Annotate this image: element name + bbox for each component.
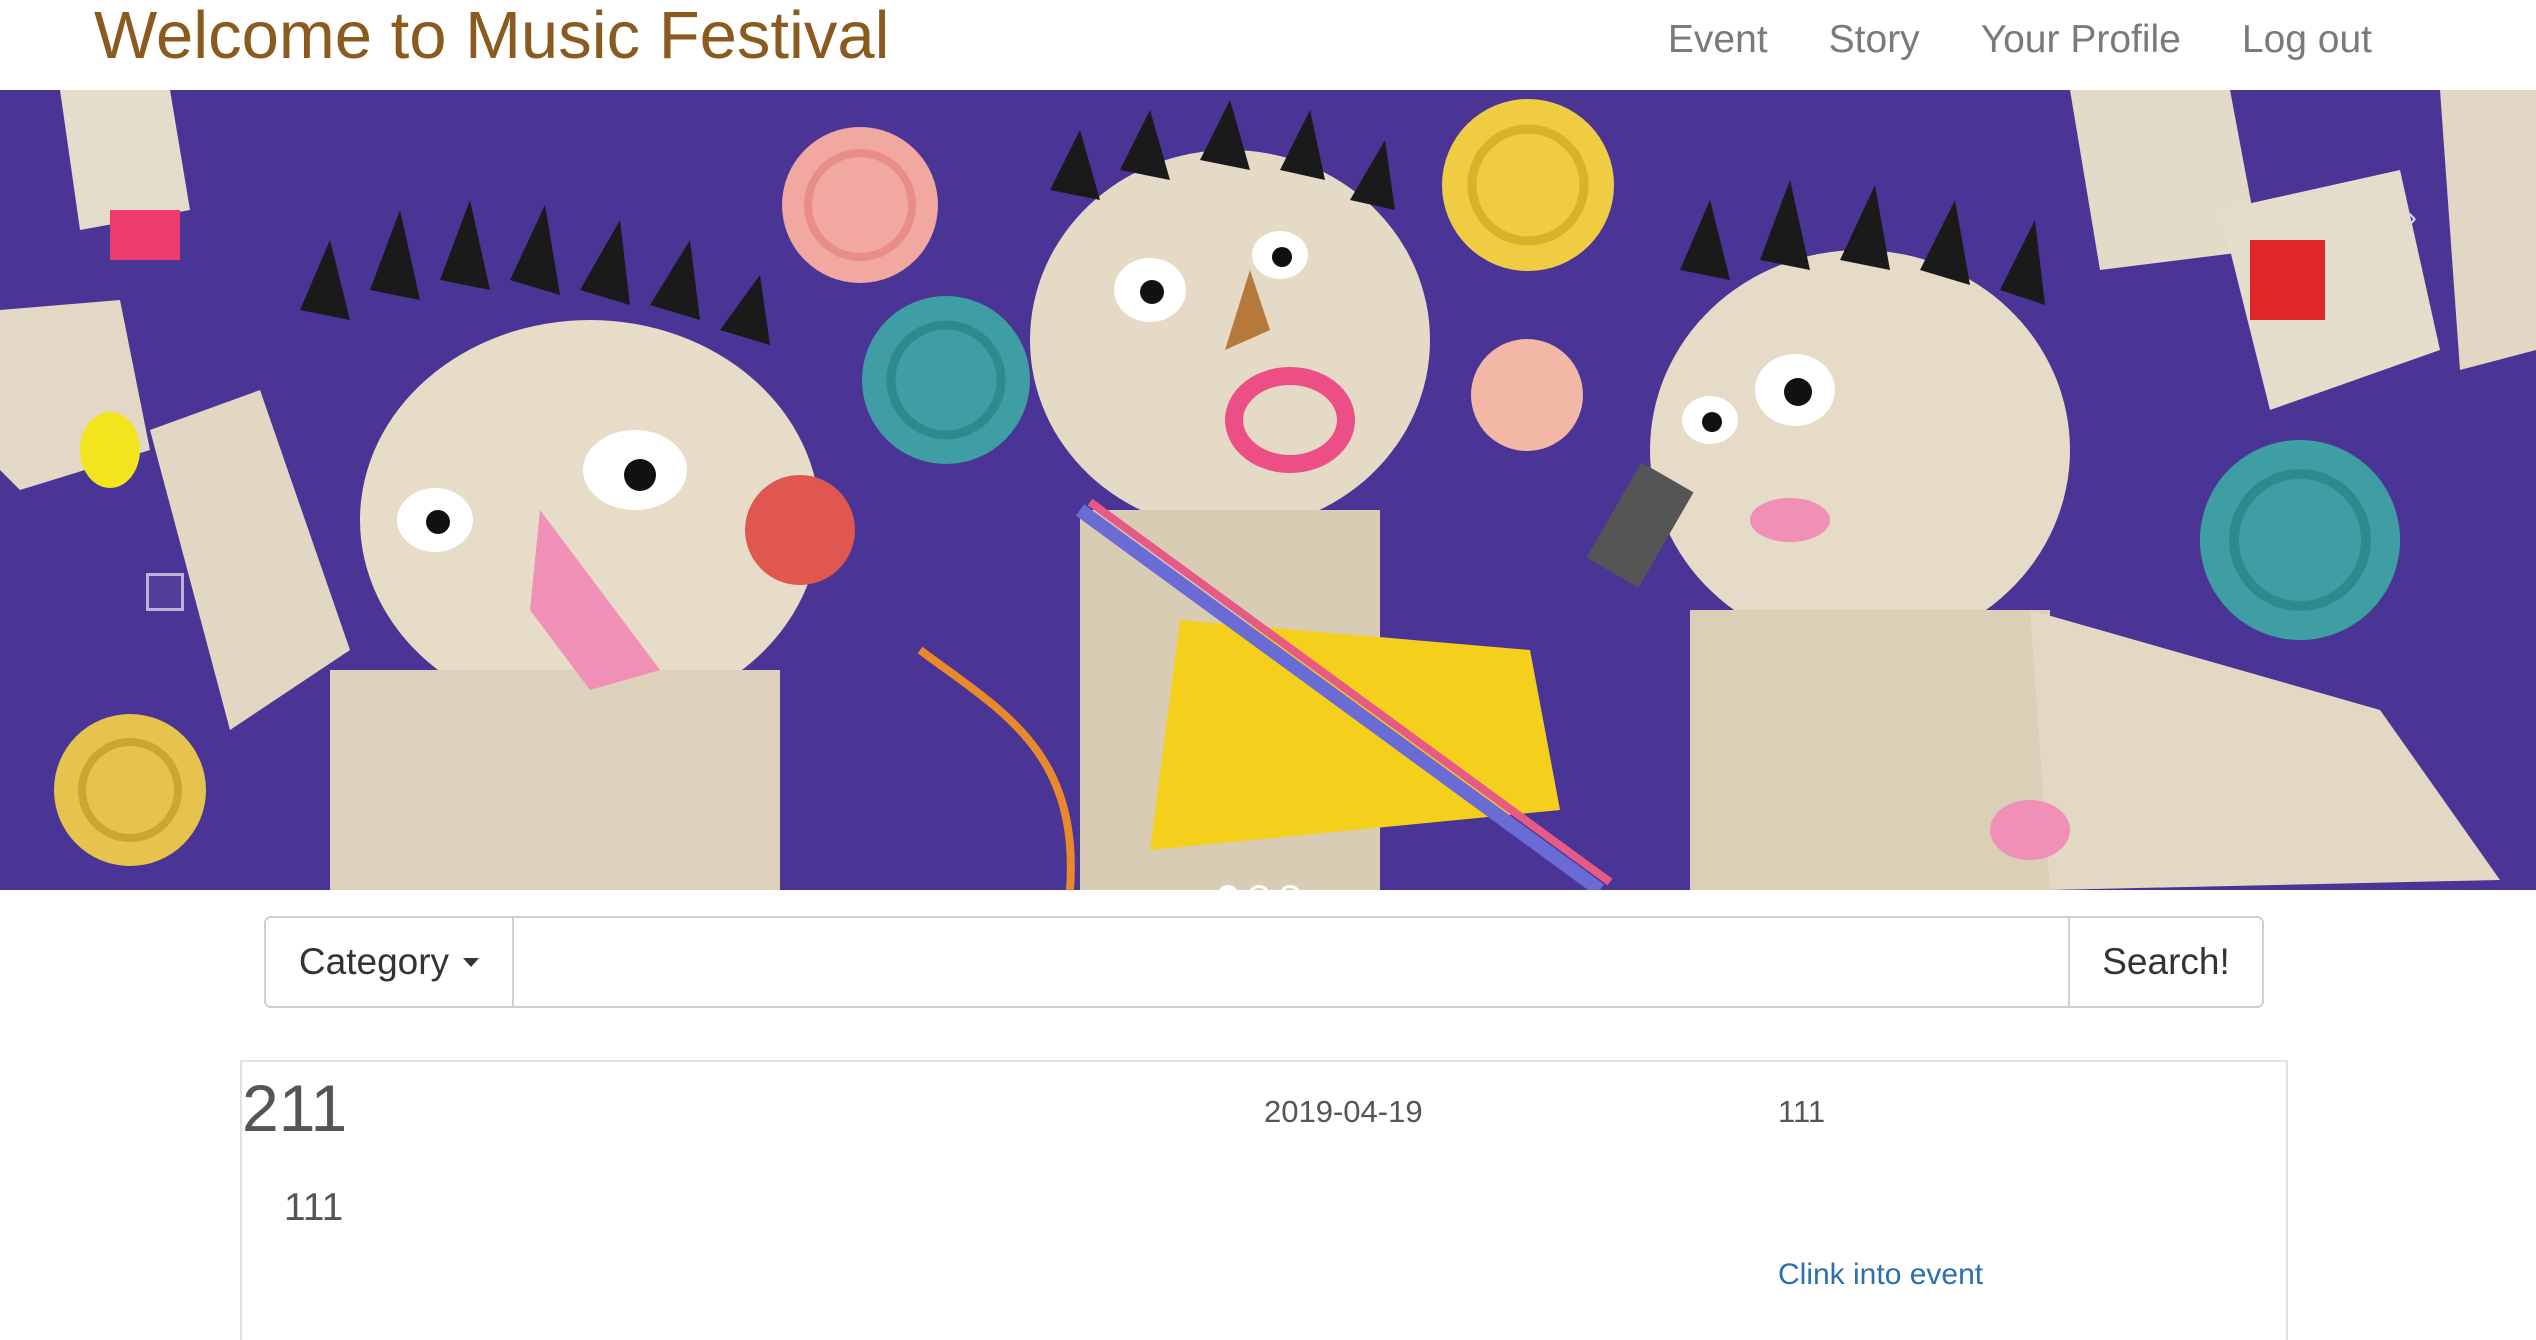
navbar: Welcome to Music Festival Event Story Yo… [0, 0, 2536, 90]
category-label: Category [298, 941, 450, 982]
carousel-indicator-1[interactable] [1217, 885, 1239, 890]
paper-collage-band-image [0, 90, 2536, 890]
event-card: 211 111 2019-04-19 111 Clink into event [240, 1060, 2288, 1340]
nav-event-link[interactable]: Event [1668, 18, 1768, 62]
search-input[interactable] [514, 918, 2068, 1006]
hero-carousel: › [0, 90, 2536, 890]
event-date: 2019-04-19 [1264, 1094, 1423, 1129]
event-description: 111 [284, 1186, 344, 1229]
site-title[interactable]: Welcome to Music Festival [94, 0, 890, 72]
caret-down-icon [463, 957, 480, 967]
nav-profile-link[interactable]: Your Profile [1981, 18, 2181, 62]
nav-logout-link[interactable]: Log out [2242, 18, 2372, 62]
event-detail: 111 [1778, 1094, 1826, 1129]
nav-menu: Event Story Your Profile Log out [1607, 0, 2372, 80]
carousel-prev-control[interactable] [146, 573, 184, 611]
nav-story-link[interactable]: Story [1829, 18, 1920, 62]
search-bar: Category Search! [264, 916, 2264, 1008]
carousel-indicators [1217, 885, 1301, 890]
search-button[interactable]: Search! [2068, 918, 2262, 1006]
event-link[interactable]: Clink into event [1778, 1258, 1983, 1292]
chevron-right-icon[interactable]: › [2392, 198, 2432, 238]
carousel-indicator-2[interactable] [1248, 885, 1270, 890]
category-dropdown-button[interactable]: Category [266, 918, 514, 1006]
carousel-indicator-3[interactable] [1279, 885, 1301, 890]
event-title: 211 [242, 1071, 348, 1145]
